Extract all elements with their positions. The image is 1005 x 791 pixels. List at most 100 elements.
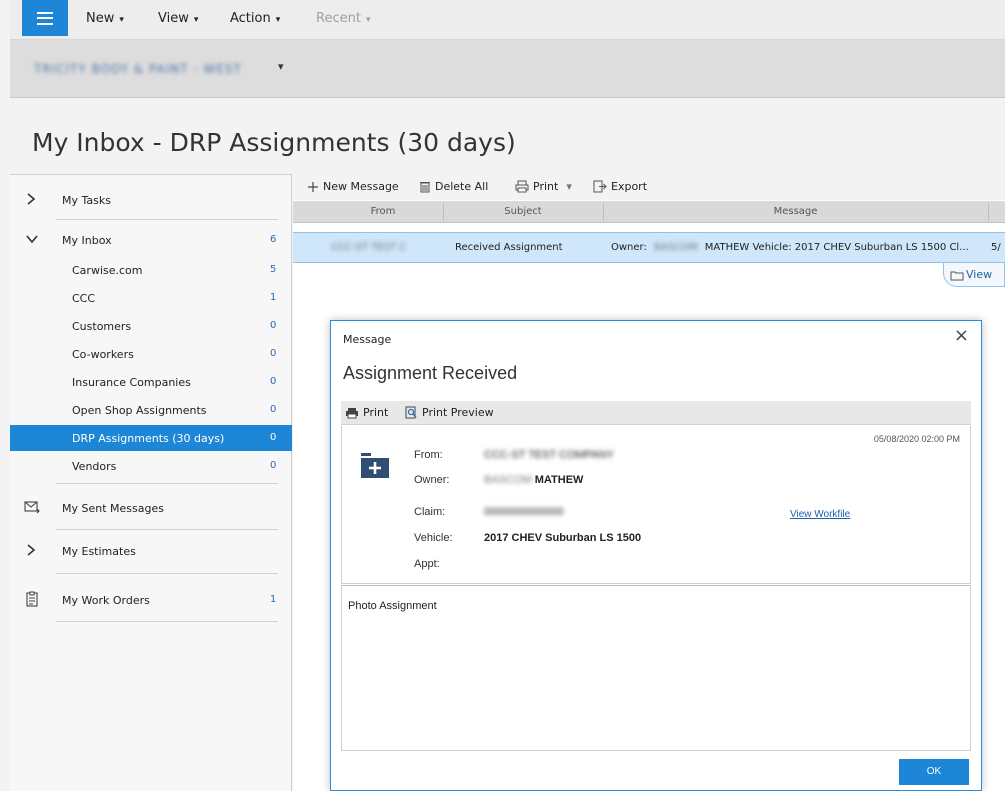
divider <box>56 621 278 622</box>
owner-label: Owner: <box>414 474 450 486</box>
message-dialog: Message × Assignment Received Print Prin… <box>330 320 982 791</box>
sidebar-item-my-work-orders[interactable]: My Work Orders 1 <box>10 587 292 613</box>
divider <box>56 483 278 484</box>
count-badge: 0 <box>270 432 277 443</box>
grid-header: From Subject Message <box>293 201 1005 223</box>
chevron-right-icon <box>26 544 36 560</box>
divider <box>56 573 278 574</box>
menu-recent[interactable]: Recent ▾ <box>316 11 370 26</box>
count-badge: 1 <box>270 292 277 303</box>
new-message-button[interactable]: New Message <box>307 180 399 193</box>
export-icon <box>593 180 607 193</box>
shop-dropdown-icon[interactable]: ▾ <box>278 60 284 73</box>
dialog-title: Message <box>343 333 392 346</box>
sidebar-item-label: Customers <box>72 320 132 333</box>
assignment-folder-icon <box>361 453 389 478</box>
sidebar-item-co-workers[interactable]: Co-workers 0 <box>10 341 292 367</box>
sidebar-item-my-sent-messages[interactable]: My Sent Messages <box>10 495 292 521</box>
count-badge: 0 <box>270 320 277 331</box>
printer-icon <box>515 180 529 193</box>
folder-icon <box>950 271 964 281</box>
shop-name[interactable]: TRICITY BODY & PAINT - WEST <box>34 62 242 76</box>
hamburger-icon <box>37 11 53 25</box>
sidebar-item-ccc[interactable]: CCC 1 <box>10 285 292 311</box>
dialog-heading: Assignment Received <box>343 363 518 383</box>
hamburger-menu-button[interactable] <box>22 0 68 36</box>
row-message: Owner: BASCOM MATHEW Vehicle: 2017 CHEV … <box>611 242 969 253</box>
view-button[interactable]: View <box>943 263 1005 287</box>
print-preview-icon <box>405 406 417 419</box>
sidebar-item-my-inbox[interactable]: My Inbox 6 <box>10 227 292 253</box>
menu-view[interactable]: View ▾ <box>158 11 198 26</box>
sidebar-item-label: CCC <box>72 292 96 305</box>
vehicle-value: 2017 CHEV Suburban LS 1500 <box>484 532 642 544</box>
owner-value: BASCOM MATHEW <box>484 474 584 486</box>
divider <box>56 219 278 220</box>
printer-icon <box>346 407 358 418</box>
chevron-down-icon <box>26 233 38 248</box>
row-subject: Received Assignment <box>455 242 563 253</box>
menu-bar: New ▾ View ▾ Action ▾ Recent ▾ <box>10 0 1005 40</box>
sidebar-item-label: DRP Assignments (30 days) <box>72 432 225 445</box>
column-header-message[interactable]: Message <box>603 206 988 217</box>
row-date: 5/ <box>991 242 1001 253</box>
shop-selector-bar: TRICITY BODY & PAINT - WEST ▾ <box>10 40 1005 98</box>
dialog-toolbar: Print Print Preview <box>341 401 971 425</box>
sidebar-item-insurance-companies[interactable]: Insurance Companies 0 <box>10 369 292 395</box>
row-from: CCC-ST TEST C <box>331 242 407 253</box>
delete-all-button[interactable]: Delete All <box>419 180 488 193</box>
sidebar-item-open-shop-assignments[interactable]: Open Shop Assignments 0 <box>10 397 292 423</box>
count-badge: 0 <box>270 404 277 415</box>
count-badge: 0 <box>270 460 277 471</box>
sidebar-item-label: Co-workers <box>72 348 134 361</box>
chevron-right-icon <box>26 193 36 209</box>
menu-action[interactable]: Action ▾ <box>230 11 280 26</box>
sidebar-item-customers[interactable]: Customers 0 <box>10 313 292 339</box>
sidebar-item-label: Insurance Companies <box>72 376 191 389</box>
sidebar-item-label: My Work Orders <box>62 594 150 607</box>
sidebar-item-label: Open Shop Assignments <box>72 404 207 417</box>
column-separator <box>988 203 989 221</box>
sidebar-item-vendors[interactable]: Vendors 0 <box>10 453 292 479</box>
export-button[interactable]: Export <box>593 180 647 193</box>
page-title: My Inbox - DRP Assignments (30 days) <box>32 128 516 157</box>
caret-down-icon: ▾ <box>119 15 124 25</box>
sidebar: My Tasks My Inbox 6 Carwise.com 5 CCC 1 … <box>10 174 292 791</box>
caret-down-icon: ▾ <box>365 15 371 25</box>
sidebar-item-label: My Tasks <box>62 194 111 207</box>
message-toolbar: New Message Delete All Print ▾ Export <box>293 174 1005 200</box>
column-header-subject[interactable]: Subject <box>443 206 603 217</box>
dialog-print-button[interactable]: Print <box>345 406 388 419</box>
caret-down-icon: ▾ <box>566 180 572 193</box>
count-badge: 1 <box>270 594 277 605</box>
sidebar-item-label: My Sent Messages <box>62 502 164 515</box>
message-date: 05/08/2020 02:00 PM <box>873 434 960 444</box>
sidebar-item-carwise[interactable]: Carwise.com 5 <box>10 257 292 283</box>
print-preview-button[interactable]: Print Preview <box>405 406 494 419</box>
message-header: 05/08/2020 02:00 PM From: CCC-ST TEST CO… <box>341 426 971 584</box>
message-body-text: Photo Assignment <box>348 600 437 612</box>
view-workfile-link[interactable]: View Workfile <box>790 509 850 520</box>
count-badge: 0 <box>270 348 277 359</box>
menu-new[interactable]: New ▾ <box>86 11 124 26</box>
ok-button[interactable]: OK <box>899 759 969 785</box>
sidebar-item-my-tasks[interactable]: My Tasks <box>10 187 292 213</box>
table-row[interactable]: CCC-ST TEST C Received Assignment Owner:… <box>293 232 1005 263</box>
appt-label: Appt: <box>414 558 440 570</box>
from-label: From: <box>414 449 443 461</box>
sidebar-item-drp-assignments[interactable]: DRP Assignments (30 days) 0 <box>10 425 292 451</box>
column-header-from[interactable]: From <box>323 206 443 217</box>
sidebar-item-label: My Inbox <box>62 234 112 247</box>
sidebar-item-my-estimates[interactable]: My Estimates <box>10 538 292 564</box>
sidebar-item-label: My Estimates <box>62 545 136 558</box>
claim-value: 0000000000000 <box>484 506 564 518</box>
sidebar-item-label: Carwise.com <box>72 264 143 277</box>
divider <box>56 529 278 530</box>
sidebar-item-label: Vendors <box>72 460 117 473</box>
plus-icon <box>308 181 318 192</box>
close-icon[interactable]: × <box>954 327 969 345</box>
message-body: Photo Assignment <box>341 585 971 751</box>
from-value: CCC-ST TEST COMPANY <box>484 449 614 461</box>
envelope-sent-icon <box>24 499 40 515</box>
print-button[interactable]: Print ▾ <box>515 180 572 193</box>
